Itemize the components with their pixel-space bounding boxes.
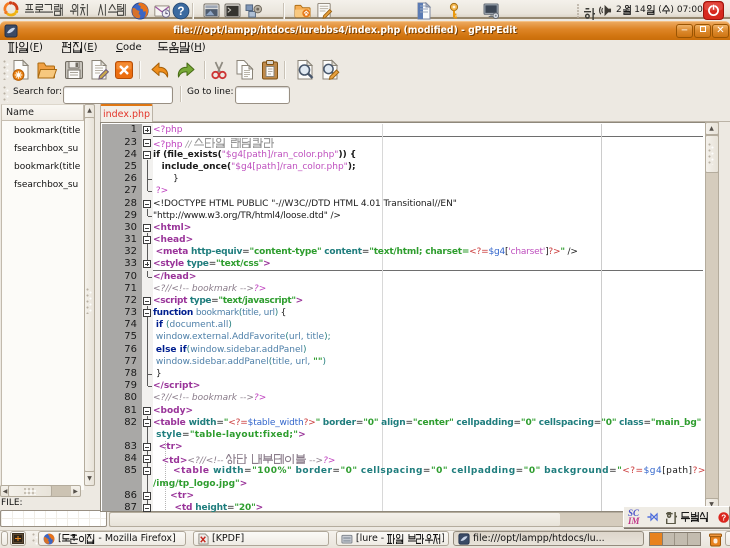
svg-text:?: ? xyxy=(721,513,726,522)
svg-text:?: ? xyxy=(177,5,184,18)
